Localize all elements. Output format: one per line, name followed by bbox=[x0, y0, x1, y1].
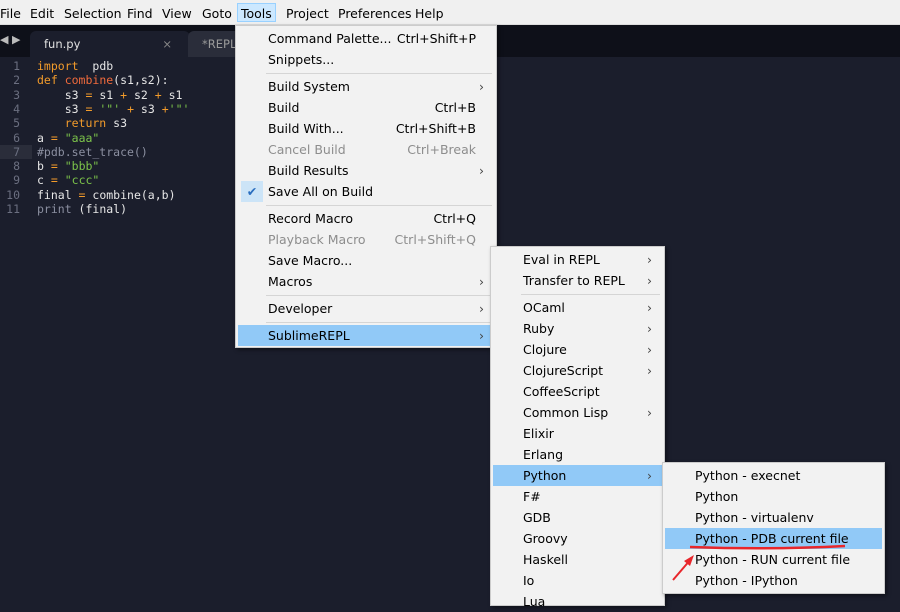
annotation-overlay bbox=[672, 544, 846, 581]
red-underline bbox=[689, 544, 846, 550]
